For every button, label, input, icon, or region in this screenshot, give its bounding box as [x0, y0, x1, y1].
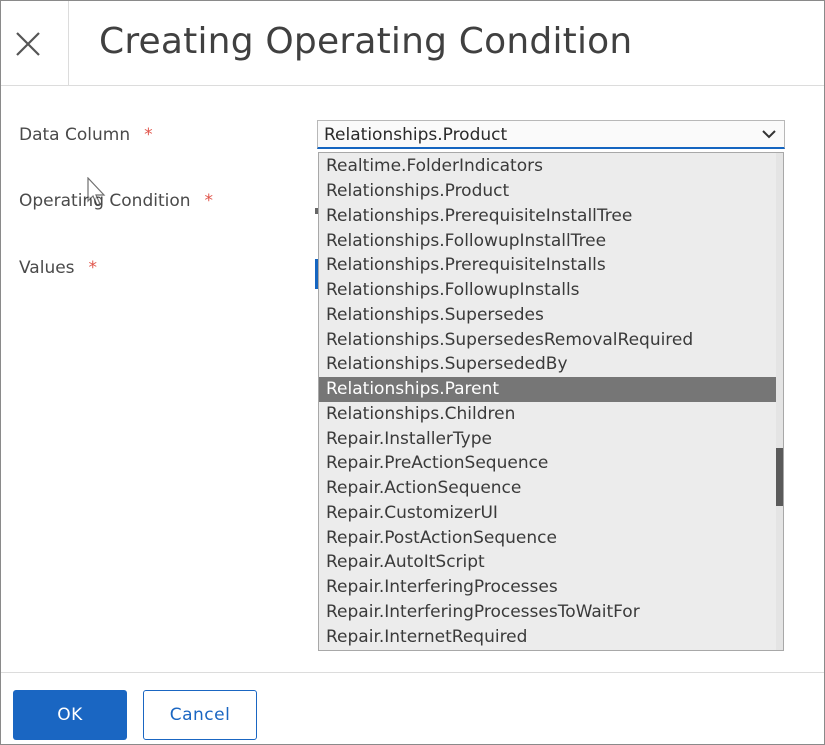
- dropdown-option[interactable]: Repair.AutoItScript: [319, 550, 777, 575]
- dropdown-option[interactable]: Relationships.PrerequisiteInstallTree: [319, 204, 777, 229]
- operating-condition-label: Operating Condition *: [19, 191, 213, 211]
- dialog-title: Creating Operating Condition: [99, 21, 633, 62]
- data-column-dropdown-list[interactable]: Realtime.FolderIndicators Relationships.…: [318, 152, 784, 651]
- dropdown-option[interactable]: Repair.PreActionSequence: [319, 451, 777, 476]
- dropdown-option[interactable]: Repair.InstallerType: [319, 427, 777, 452]
- data-column-label: Data Column *: [19, 125, 153, 145]
- dropdown-option[interactable]: Repair.InterferingProcesses: [319, 575, 777, 600]
- cancel-button[interactable]: Cancel: [143, 690, 257, 740]
- data-column-selected-value: Relationships.Product: [324, 125, 508, 145]
- dropdown-option[interactable]: Relationships.SupersedesRemovalRequired: [319, 328, 777, 353]
- dropdown-option[interactable]: Relationships.SupersededBy: [319, 352, 777, 377]
- data-column-label-text: Data Column: [19, 125, 131, 145]
- scrollbar-thumb[interactable]: [776, 448, 783, 506]
- dropdown-option[interactable]: Realtime.FolderIndicators: [319, 154, 777, 179]
- mouse-pointer-icon: [87, 177, 106, 206]
- dropdown-option[interactable]: Relationships.PrerequisiteInstalls: [319, 253, 777, 278]
- values-label: Values *: [19, 258, 97, 278]
- required-marker: *: [204, 191, 214, 211]
- dropdown-option[interactable]: Relationships.FollowupInstalls: [319, 278, 777, 303]
- dropdown-option[interactable]: Relationships.Children: [319, 402, 777, 427]
- dropdown-option[interactable]: Repair.InternetRequired: [319, 625, 777, 650]
- dropdown-option[interactable]: Repair.InterferingProcessesToWaitFor: [319, 600, 777, 625]
- create-operating-condition-dialog: Creating Operating Condition Data Column…: [0, 0, 825, 745]
- dropdown-option[interactable]: Relationships.Supersedes: [319, 303, 777, 328]
- dropdown-option-highlighted[interactable]: Relationships.Parent: [319, 377, 777, 402]
- chevron-down-icon: [762, 130, 776, 139]
- close-icon: [16, 32, 40, 56]
- required-marker: *: [88, 258, 98, 278]
- required-marker: *: [144, 125, 153, 145]
- dropdown-option[interactable]: Repair.ActionSequence: [319, 476, 777, 501]
- dropdown-option[interactable]: Repair.PostActionSequence: [319, 526, 777, 551]
- close-button[interactable]: [1, 1, 69, 85]
- data-column-select[interactable]: Relationships.Product: [317, 120, 785, 149]
- dropdown-scrollbar[interactable]: [776, 153, 783, 650]
- values-label-text: Values: [19, 258, 75, 278]
- dropdown-option[interactable]: Relationships.FollowupInstallTree: [319, 229, 777, 254]
- dropdown-option[interactable]: Relationships.Product: [319, 179, 777, 204]
- dialog-header: Creating Operating Condition: [1, 1, 824, 86]
- dropdown-option[interactable]: Repair.CustomizerUI: [319, 501, 777, 526]
- ok-button[interactable]: OK: [13, 690, 127, 740]
